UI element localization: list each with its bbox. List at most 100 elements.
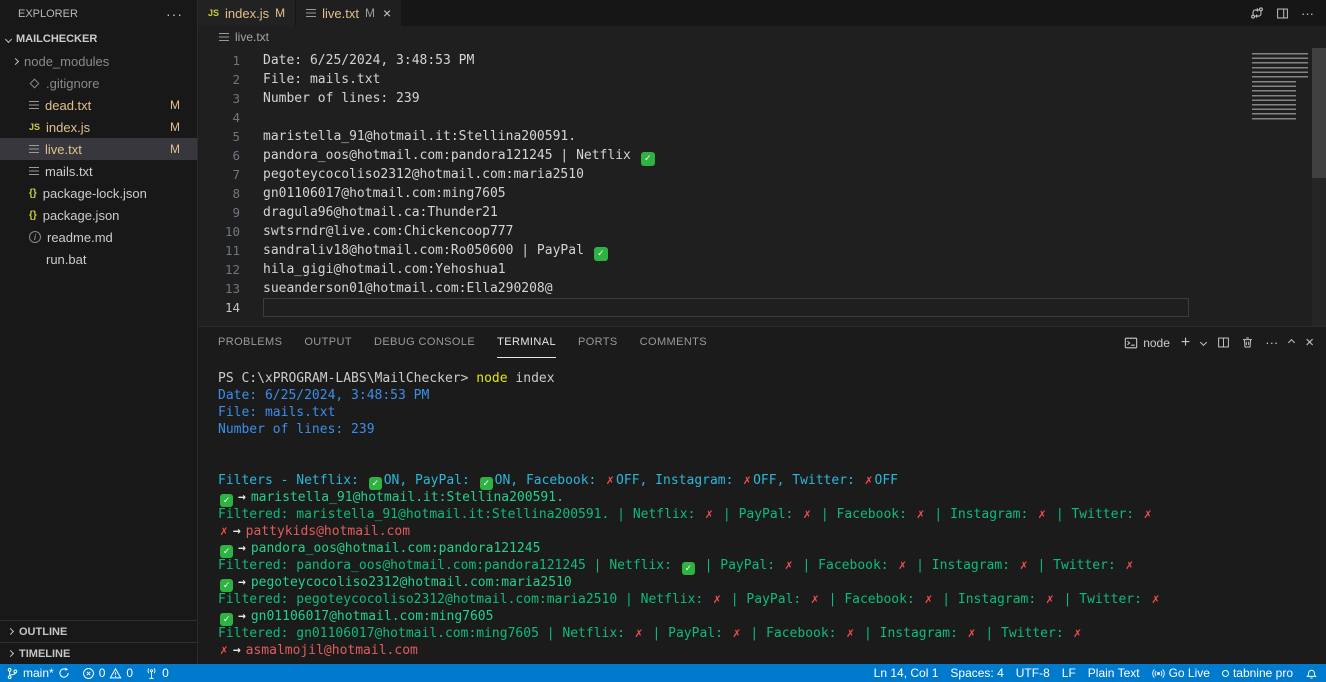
explorer-more-actions-icon[interactable]: ··· [166, 6, 183, 22]
panel-tab-output[interactable]: OUTPUT [304, 328, 352, 358]
line-content[interactable]: File: mails.txt [263, 70, 1189, 89]
file-label: package-lock.json [43, 186, 147, 201]
tab-index.js[interactable]: JSindex.jsM [198, 0, 296, 26]
status-item-git-branch[interactable]: main* [6, 666, 70, 680]
line-content[interactable]: maristella_91@hotmail.it:Stellina200591. [263, 127, 1189, 146]
new-terminal-button[interactable]: + [1181, 334, 1190, 352]
line-content[interactable]: Date: 6/25/2024, 3:48:53 PM [263, 51, 1189, 70]
file-list: node_modules .gitignoredead.txtMJSindex.j… [0, 50, 197, 270]
panel-tab-debug-console[interactable]: DEBUG CONSOLE [374, 328, 475, 358]
status-bar: main*000 Ln 14, Col 1Spaces: 4UTF-8LFPla… [0, 664, 1326, 682]
breadcrumb[interactable]: live.txt [198, 26, 1326, 48]
line-content[interactable]: swtsrndr@live.com:Chickencoop777 [263, 222, 1189, 241]
sidebar-item-package.json[interactable]: {}package.json [0, 204, 197, 226]
sidebar-item-run.bat[interactable]: run.bat [0, 248, 197, 270]
warning-icon [109, 667, 122, 680]
cross-icon: ✗ [925, 592, 933, 607]
chevron-up-icon[interactable] [1288, 339, 1295, 346]
status-item-encoding[interactable]: UTF-8 [1016, 666, 1050, 680]
panel-tab-terminal[interactable]: TERMINAL [497, 328, 556, 358]
editor-pane[interactable]: 1Date: 6/25/2024, 3:48:53 PM2File: mails… [198, 48, 1326, 326]
arrow-right-icon: → [233, 643, 241, 658]
line-content[interactable]: Number of lines: 239 [263, 89, 1189, 108]
sidebar-section-outline[interactable]: OUTLINE [0, 620, 197, 642]
line-content[interactable]: pandora_oos@hotmail.com:pandora121245 | … [263, 146, 1189, 165]
chevron-down-icon[interactable] [1200, 339, 1207, 346]
arrow-right-icon: → [233, 524, 241, 539]
panel-tab-comments[interactable]: COMMENTS [640, 328, 707, 358]
status-bar-left: main*000 [6, 666, 169, 680]
project-folder-row[interactable]: MAILCHECKER [0, 28, 197, 50]
editor-line-2: 2File: mails.txt [198, 70, 1326, 89]
trash-icon[interactable] [1241, 336, 1254, 349]
terminal-text: | Instagram: [908, 558, 1018, 573]
line-content[interactable]: sueanderson01@hotmail.com:Ella290208@ [263, 279, 1189, 298]
line-content[interactable]: gn01106017@hotmail.com:ming7605 [263, 184, 1189, 203]
kill-terminal-button[interactable] [1241, 336, 1254, 349]
status-item-ports[interactable]: 0 [145, 666, 169, 680]
sidebar-item-readme.md[interactable]: ireadme.md [0, 226, 197, 248]
terminal-text: ON, PayPal: [384, 473, 478, 488]
file-label: mails.txt [45, 164, 93, 179]
sync-icon [58, 667, 70, 679]
file-lines-icon [29, 101, 39, 109]
file-lines-icon [306, 9, 316, 17]
line-content[interactable]: sandraliv18@hotmail.com:Ro050600 | PayPa… [263, 241, 1189, 260]
status-item-go-live[interactable]: Go Live [1152, 666, 1210, 680]
windows-icon [29, 254, 40, 265]
terminal-line-14: Filtered: pegoteycocoliso2312@hotmail.co… [218, 591, 1326, 608]
close-icon[interactable]: × [383, 5, 391, 21]
open-changes-icon[interactable] [1250, 6, 1264, 20]
terminal-output[interactable]: PS C:\xPROGRAM-LABS\MailChecker> node in… [198, 358, 1326, 664]
cross-icon: ✗ [811, 592, 819, 607]
sidebar-item-live.txt[interactable]: live.txtM [0, 138, 197, 160]
line-content[interactable] [263, 298, 1189, 317]
line-content[interactable]: hila_gigi@hotmail.com:Yehoshua1 [263, 260, 1189, 279]
editor-scrollbar-thumb[interactable] [1312, 48, 1326, 178]
terminal-line-15: ✓→gn01106017@hotmail.com:ming7605 [218, 608, 1326, 625]
terminal-text: | Instagram: [934, 592, 1044, 607]
editor-scrollbar-track[interactable] [1312, 48, 1326, 326]
close-panel-icon[interactable]: × [1305, 334, 1314, 351]
sidebar-item-dead.txt[interactable]: dead.txtM [0, 94, 197, 116]
split-terminal-button[interactable] [1217, 336, 1230, 349]
terminal-text: | PayPal: [697, 558, 783, 573]
maximize-panel-button[interactable] [1289, 340, 1294, 345]
editor-line-5: 5maristella_91@hotmail.it:Stellina200591… [198, 127, 1326, 146]
close-panel-button[interactable]: × [1305, 334, 1314, 351]
profiles-dropdown-button[interactable] [1201, 340, 1206, 345]
sidebar-item-mails.txt[interactable]: mails.txt [0, 160, 197, 182]
split-terminal-icon[interactable] [1217, 336, 1230, 349]
terminal-line-3: File: mails.txt [218, 404, 1326, 421]
line-content[interactable]: pegoteycocoliso2312@hotmail.com:maria251… [263, 165, 1189, 184]
status-item-indentation[interactable]: Spaces: 4 [950, 666, 1003, 680]
status-item-eol[interactable]: LF [1062, 666, 1076, 680]
more-actions-button[interactable]: ··· [1265, 335, 1278, 350]
new-terminal-icon[interactable]: + [1181, 334, 1190, 352]
sidebar-item-.gitignore[interactable]: .gitignore [0, 72, 197, 94]
minimap-lines [1252, 81, 1296, 121]
cross-icon: ✗ [1073, 626, 1081, 641]
status-item-tabnine[interactable]: tabnine pro [1222, 666, 1293, 680]
status-item-notifications[interactable] [1305, 667, 1318, 680]
line-content[interactable] [263, 108, 1189, 127]
split-editor-icon[interactable] [1276, 7, 1289, 20]
sidebar-item-package-lock.json[interactable]: {}package-lock.json [0, 182, 197, 204]
status-item-cursor-position[interactable]: Ln 14, Col 1 [874, 666, 939, 680]
line-content[interactable]: dragula96@hotmail.ca:Thunder21 [263, 203, 1189, 222]
panel-tab-problems[interactable]: PROBLEMS [218, 328, 282, 358]
terminal-shell-selector[interactable]: node [1124, 336, 1170, 350]
sidebar-item-index.js[interactable]: JSindex.jsM [0, 116, 197, 138]
more-actions-icon[interactable]: ··· [1301, 6, 1314, 21]
tab-live.txt[interactable]: live.txtM× [296, 0, 402, 26]
panel-tab-ports[interactable]: PORTS [578, 328, 618, 358]
panel-controls: node + ··· × [1124, 334, 1314, 352]
file-label: node_modules [24, 54, 109, 69]
more-actions-icon[interactable]: ··· [1265, 335, 1278, 350]
sidebar-item-node_modules[interactable]: node_modules [0, 50, 197, 72]
status-item-problems[interactable]: 00 [82, 666, 133, 680]
sidebar-section-timeline[interactable]: TIMELINE [0, 642, 197, 664]
minimap[interactable] [1252, 53, 1308, 121]
status-item-language-mode[interactable]: Plain Text [1088, 666, 1140, 680]
radio-tower-icon [145, 667, 158, 680]
